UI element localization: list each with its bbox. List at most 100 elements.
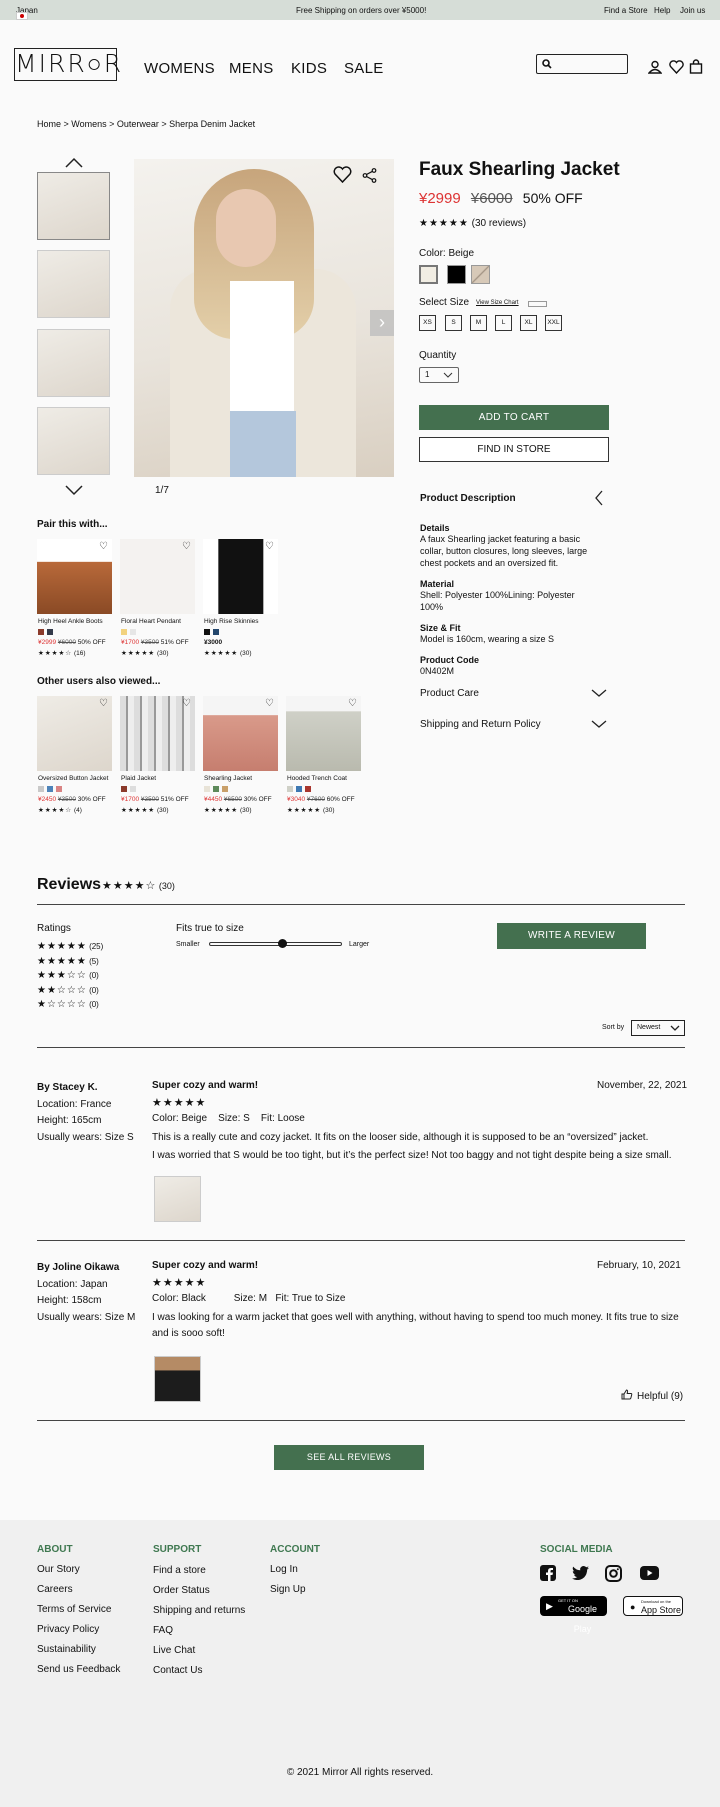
product-name[interactable]: Plaid Jacket xyxy=(121,775,156,782)
heart-icon[interactable]: ♡ xyxy=(348,698,357,709)
footer-link[interactable]: Live Chat xyxy=(153,1645,195,1656)
wishlist-heart-icon[interactable] xyxy=(669,60,684,74)
app-store-badge[interactable]: ● Download on the App Store xyxy=(623,1596,683,1616)
footer-link[interactable]: Our Story xyxy=(37,1564,80,1575)
color-swatches[interactable] xyxy=(204,786,231,793)
gallery-thumbnail[interactable] xyxy=(37,329,110,397)
instagram-icon[interactable] xyxy=(605,1565,622,1582)
footer-link[interactable]: Send us Feedback xyxy=(37,1664,120,1675)
review-photo[interactable] xyxy=(154,1356,201,1402)
footer-link[interactable]: Order Status xyxy=(153,1585,210,1596)
facebook-icon[interactable] xyxy=(540,1565,556,1581)
join-link[interactable]: Join us xyxy=(680,6,705,15)
google-play-badge[interactable]: ▶ GET IT ON Google Play xyxy=(540,1596,607,1634)
size-option-l[interactable]: L xyxy=(495,315,512,331)
product-card-image[interactable]: ♡ xyxy=(203,539,278,614)
size-option-xxl[interactable]: XXL xyxy=(545,315,562,331)
nav-kids[interactable]: KIDS xyxy=(291,60,327,77)
chevron-down-icon[interactable] xyxy=(591,688,607,698)
product-card-image[interactable]: ♡ xyxy=(37,696,112,771)
size-option-xl[interactable]: XL xyxy=(520,315,537,331)
product-description-toggle[interactable]: Product Description xyxy=(420,493,516,504)
code-text: 0N402M xyxy=(420,666,455,676)
help-link[interactable]: Help xyxy=(654,6,670,15)
brand-logo[interactable]: MIRR○R xyxy=(14,48,121,81)
color-swatches[interactable] xyxy=(287,786,314,793)
size-option-m[interactable]: M xyxy=(470,315,487,331)
color-swatches[interactable] xyxy=(38,629,56,636)
product-care-toggle[interactable]: Product Care xyxy=(420,688,479,699)
product-name[interactable]: High Heel Ankle Boots xyxy=(38,618,103,625)
color-swatch-black[interactable] xyxy=(447,265,466,284)
size-option-s[interactable]: S xyxy=(445,315,462,331)
color-swatch-taupe[interactable] xyxy=(471,265,490,284)
heart-icon[interactable]: ♡ xyxy=(182,698,191,709)
footer-link[interactable]: Terms of Service xyxy=(37,1604,111,1615)
footer-link[interactable]: FAQ xyxy=(153,1625,173,1636)
heart-icon[interactable]: ♡ xyxy=(99,698,108,709)
review-photo[interactable] xyxy=(154,1176,201,1222)
footer-link[interactable]: Privacy Policy xyxy=(37,1624,99,1635)
product-card-image[interactable]: ♡ xyxy=(37,539,112,614)
color-swatch-beige[interactable] xyxy=(419,265,438,284)
product-name[interactable]: Shearling Jacket xyxy=(204,775,252,782)
product-name[interactable]: Floral Heart Pendant xyxy=(121,618,181,625)
search-input[interactable] xyxy=(536,54,628,74)
footer-link[interactable]: Sustainability xyxy=(37,1644,96,1655)
shopping-bag-icon[interactable] xyxy=(689,59,703,74)
share-icon[interactable] xyxy=(362,168,377,183)
see-all-reviews-button[interactable]: SEE ALL REVIEWS xyxy=(274,1445,424,1470)
heart-icon[interactable]: ♡ xyxy=(182,541,191,552)
youtube-icon[interactable] xyxy=(640,1566,659,1580)
chevron-down-icon[interactable] xyxy=(64,484,84,496)
product-name[interactable]: Oversized Button Jacket xyxy=(38,775,108,782)
heart-icon[interactable]: ♡ xyxy=(265,698,274,709)
footer-link[interactable]: Contact Us xyxy=(153,1665,202,1676)
color-swatches[interactable] xyxy=(121,786,139,793)
next-image-button[interactable]: › xyxy=(370,310,394,336)
nav-mens[interactable]: MENS xyxy=(229,60,274,77)
breadcrumb[interactable]: Home > Womens > Outerwear > Sherpa Denim… xyxy=(37,119,255,129)
gallery-thumbnail[interactable] xyxy=(37,407,110,475)
footer-link[interactable]: Find a store xyxy=(153,1565,206,1576)
nav-sale[interactable]: SALE xyxy=(344,60,384,77)
find-in-store-button[interactable]: FIND IN STORE xyxy=(419,437,609,462)
favorite-heart-icon[interactable] xyxy=(333,166,352,183)
shipping-policy-toggle[interactable]: Shipping and Return Policy xyxy=(420,719,541,730)
heart-icon[interactable]: ♡ xyxy=(99,541,108,552)
chevron-down-icon[interactable] xyxy=(591,719,607,729)
product-name[interactable]: Hooded Trench Coat xyxy=(287,775,347,782)
footer-link[interactable]: Sign Up xyxy=(270,1584,306,1595)
chevron-up-icon[interactable] xyxy=(64,157,84,169)
viewed-section-title: Other users also viewed... xyxy=(37,676,161,687)
helpful-button[interactable]: Helpful (9) xyxy=(621,1389,683,1402)
write-review-button[interactable]: WRITE A REVIEW xyxy=(497,923,646,949)
product-card-image[interactable]: ♡ xyxy=(120,696,195,771)
quantity-select[interactable]: 1 xyxy=(419,367,459,383)
size-chart-link[interactable]: View Size Chart xyxy=(476,300,519,306)
rating-breakdown[interactable]: ★★★★★ (25) ★★★★★ (5) ★★★☆☆ (0) ★★☆☆☆ (0)… xyxy=(37,940,103,1013)
color-swatches[interactable] xyxy=(38,786,65,793)
product-name[interactable]: High Rise Skinnies xyxy=(204,618,259,625)
account-icon[interactable] xyxy=(648,60,662,74)
color-swatches[interactable] xyxy=(121,629,139,636)
product-card-image[interactable]: ♡ xyxy=(286,696,361,771)
sort-select[interactable]: Newest xyxy=(631,1020,685,1036)
footer-link[interactable]: Log In xyxy=(270,1564,298,1575)
footer-link[interactable]: Careers xyxy=(37,1584,73,1595)
country-selector[interactable]: Japan xyxy=(16,6,38,20)
nav-womens[interactable]: WOMENS xyxy=(144,60,215,77)
footer-link[interactable]: Shipping and returns xyxy=(153,1605,245,1616)
heart-icon[interactable]: ♡ xyxy=(265,541,274,552)
product-card-image[interactable]: ♡ xyxy=(203,696,278,771)
color-swatches[interactable] xyxy=(204,629,222,636)
find-store-link[interactable]: Find a Store xyxy=(604,6,648,15)
rating-summary[interactable]: ★★★★★ (30 reviews) xyxy=(419,218,526,229)
gallery-thumbnail[interactable] xyxy=(37,172,110,240)
add-to-cart-button[interactable]: ADD TO CART xyxy=(419,405,609,430)
size-option-xs[interactable]: XS xyxy=(419,315,436,331)
chevron-left-icon[interactable] xyxy=(594,490,604,506)
twitter-icon[interactable] xyxy=(572,1566,589,1580)
product-card-image[interactable]: ♡ xyxy=(120,539,195,614)
gallery-thumbnail[interactable] xyxy=(37,250,110,318)
